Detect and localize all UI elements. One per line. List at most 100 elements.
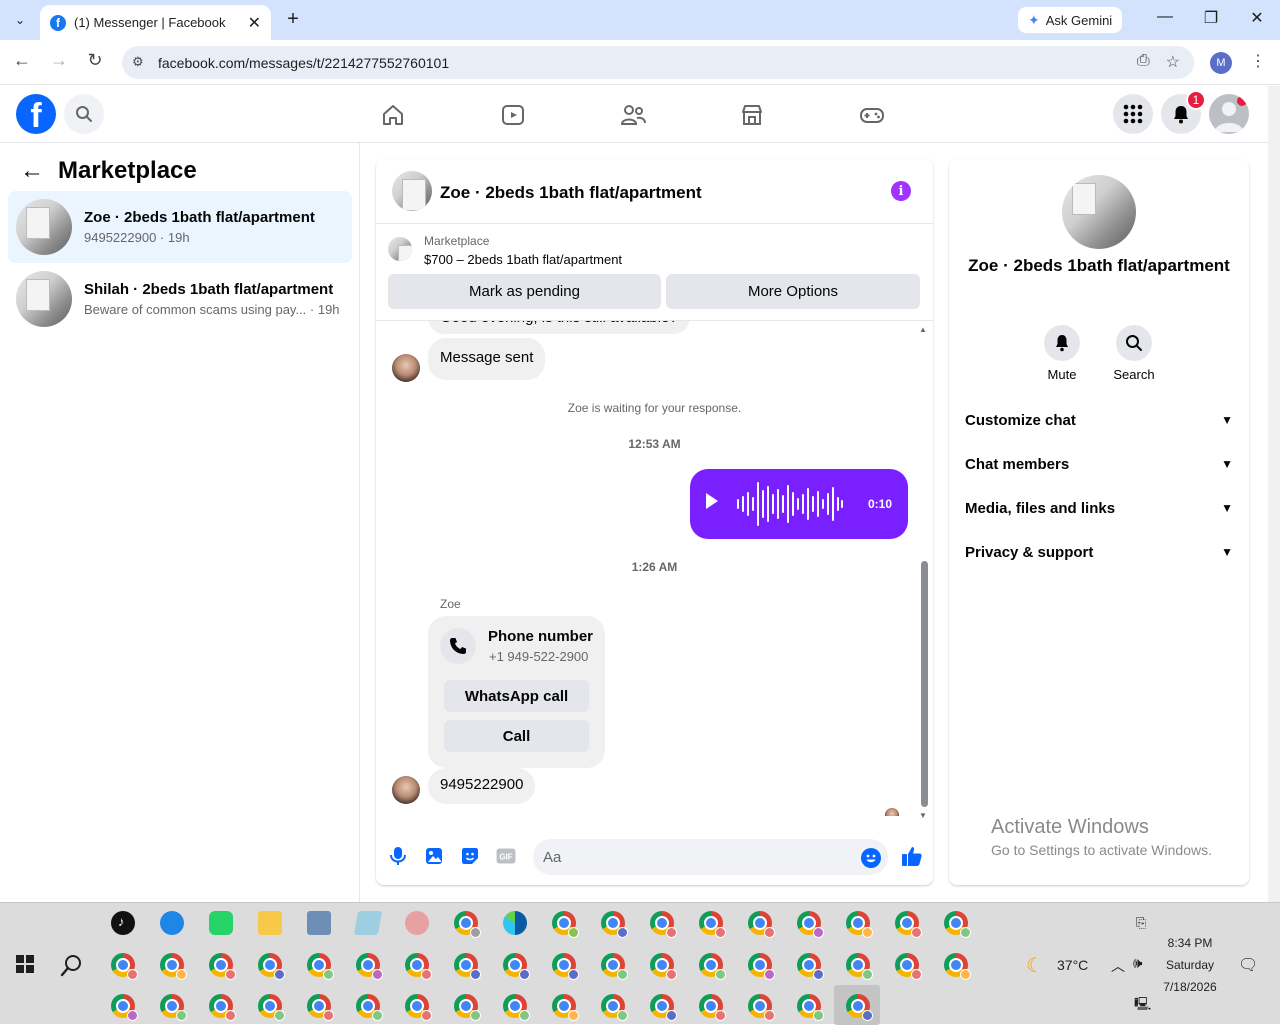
site-info-icon[interactable]: ⚙	[132, 54, 144, 70]
pen-menu-icon[interactable]: ⎘	[1136, 915, 1146, 931]
file-explorer-icon[interactable]	[258, 911, 282, 935]
chrome-icon[interactable]	[258, 953, 285, 980]
chrome-icon[interactable]	[307, 953, 334, 980]
back-arrow-icon[interactable]: ←	[20, 157, 44, 185]
listing-photo[interactable]	[1062, 175, 1136, 249]
voice-message[interactable]: 0:10	[690, 469, 908, 539]
chrome-icon[interactable]	[111, 953, 138, 980]
network-icon[interactable]: 🖳	[1134, 995, 1151, 1017]
tab-close-icon[interactable]: ✕	[248, 13, 261, 33]
minimize-icon[interactable]: —	[1150, 8, 1180, 26]
message-input[interactable]	[533, 839, 888, 875]
tiktok-icon[interactable]: ♪	[111, 911, 135, 935]
customize-chat-row[interactable]: Customize chat ▼	[965, 406, 1233, 434]
chrome-icon[interactable]	[650, 911, 677, 938]
search-in-chat-button[interactable]: Search	[1104, 325, 1164, 382]
tab-search-chevron-icon[interactable]: ⌄	[8, 8, 32, 32]
whatsapp-call-button[interactable]: WhatsApp call	[444, 680, 589, 712]
mute-button[interactable]: Mute	[1032, 325, 1092, 382]
listing-title[interactable]: $700 – 2beds 1bath flat/apartment	[424, 252, 622, 267]
sticker-icon[interactable]	[460, 846, 480, 866]
chrome-icon[interactable]	[797, 911, 824, 938]
show-hidden-icons-icon[interactable]: ︿	[1111, 956, 1125, 976]
chat-scrollbar[interactable]: ▲ ▼	[918, 321, 930, 820]
window-close-icon[interactable]: ✕	[1242, 8, 1272, 28]
chrome-icon[interactable]	[699, 911, 726, 938]
chrome-icon[interactable]	[944, 953, 971, 980]
chrome-icon[interactable]	[699, 994, 726, 1021]
chrome-icon[interactable]	[405, 994, 432, 1021]
browser-tab-messenger[interactable]: f (1) Messenger | Facebook ✕	[40, 5, 271, 40]
privacy-support-row[interactable]: Privacy & support ▼	[965, 538, 1233, 566]
call-button[interactable]: Call	[444, 720, 589, 752]
facebook-logo[interactable]: f	[16, 94, 56, 134]
chrome-icon[interactable]	[797, 953, 824, 980]
chrome-icon[interactable]	[846, 953, 873, 980]
chrome-icon[interactable]	[601, 953, 628, 980]
edge-alt-icon[interactable]	[160, 911, 184, 935]
chrome-icon[interactable]	[601, 994, 628, 1021]
info-icon[interactable]: i	[891, 181, 911, 201]
windows-start-icon[interactable]	[16, 955, 34, 978]
reload-icon[interactable]: ↻	[83, 50, 107, 71]
whatsapp-icon[interactable]	[209, 911, 233, 935]
photo-icon[interactable]	[424, 846, 444, 866]
gif-icon[interactable]: GIF	[496, 846, 516, 866]
weather-temp[interactable]: 37°C	[1057, 957, 1088, 973]
chrome-icon[interactable]	[552, 911, 579, 938]
chrome-icon[interactable]	[650, 953, 677, 980]
chat-members-row[interactable]: Chat members ▼	[965, 450, 1233, 478]
chrome-icon[interactable]	[601, 911, 628, 938]
browser-profile-avatar[interactable]: M	[1210, 52, 1232, 74]
chrome-icon[interactable]	[748, 911, 775, 938]
media-files-links-row[interactable]: Media, files and links ▼	[965, 494, 1233, 522]
ask-gemini-button[interactable]: ✦ Ask Gemini	[1018, 7, 1123, 33]
chrome-icon[interactable]	[356, 953, 383, 980]
facebook-search-icon[interactable]	[64, 94, 104, 134]
browser-menu-icon[interactable]: ⋮	[1250, 51, 1266, 71]
chrome-icon[interactable]	[405, 953, 432, 980]
marketplace-icon[interactable]	[737, 100, 767, 130]
page-scrollbar[interactable]	[1268, 86, 1280, 902]
menu-grid-icon[interactable]	[1113, 94, 1153, 134]
play-icon[interactable]	[706, 493, 718, 509]
notification-center-icon[interactable]: 🗨	[1238, 955, 1258, 975]
chrome-icon[interactable]	[307, 994, 334, 1021]
gaming-icon[interactable]	[857, 100, 887, 130]
thumbs-up-icon[interactable]	[900, 844, 924, 868]
chrome-icon[interactable]	[454, 953, 481, 980]
chrome-icon[interactable]	[160, 953, 187, 980]
app-window-icon[interactable]	[307, 911, 331, 935]
mark-as-pending-button[interactable]: Mark as pending	[388, 274, 661, 309]
account-avatar[interactable]	[1209, 94, 1249, 134]
snipping-tool-icon[interactable]	[405, 911, 429, 935]
chrome-icon[interactable]	[944, 911, 971, 938]
chrome-icon[interactable]	[160, 994, 187, 1021]
friends-icon[interactable]	[618, 100, 648, 130]
taskbar-clock[interactable]: 8:34 PM Saturday 7/18/2026	[1150, 932, 1230, 998]
chrome-icon[interactable]	[895, 911, 922, 938]
edge-icon[interactable]	[503, 911, 527, 935]
conversation-item[interactable]: Zoe · 2beds 1bath flat/apartment 9495222…	[8, 191, 352, 263]
more-options-button[interactable]: More Options	[666, 274, 920, 309]
video-icon[interactable]	[498, 100, 528, 130]
contact-avatar[interactable]	[392, 354, 420, 382]
chrome-icon[interactable]	[650, 994, 677, 1021]
home-icon[interactable]	[378, 100, 408, 130]
forward-arrow-icon[interactable]: →	[47, 50, 71, 71]
chrome-icon[interactable]	[454, 911, 481, 938]
back-arrow-icon[interactable]: ←	[10, 50, 34, 71]
restore-icon[interactable]: ❐	[1196, 8, 1226, 28]
address-bar[interactable]: ⚙ facebook.com/messages/t/22142775527601…	[122, 46, 1194, 79]
chrome-icon[interactable]	[454, 994, 481, 1021]
chrome-icon[interactable]	[552, 953, 579, 980]
conversation-item[interactable]: Shilah · 2beds 1bath flat/apartment Bewa…	[8, 263, 352, 335]
chrome-icon[interactable]	[748, 994, 775, 1021]
volume-icon[interactable]: 🕪	[1133, 955, 1142, 972]
chrome-icon[interactable]	[209, 994, 236, 1021]
chrome-icon[interactable]	[846, 994, 873, 1021]
chrome-icon[interactable]	[209, 953, 236, 980]
chrome-icon[interactable]	[748, 953, 775, 980]
new-tab-plus-icon[interactable]: +	[282, 8, 304, 31]
notepad-icon[interactable]	[353, 911, 383, 935]
